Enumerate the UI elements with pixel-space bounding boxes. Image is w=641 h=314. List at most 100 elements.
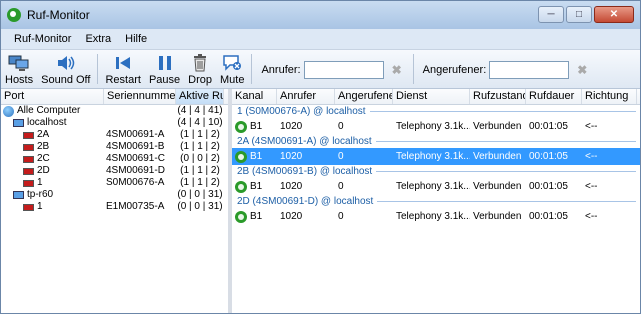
tree-row[interactable]: 2B 4SM00691-B (1 | 1 | 2)	[1, 141, 228, 153]
call-rufdauer: 00:01:05	[529, 211, 568, 222]
call-anrufer: 1020	[280, 181, 303, 192]
group-divider	[375, 141, 636, 142]
call-row[interactable]: B1 1020 0 Telephony 3.1k... Verbunden 00:01:0…	[232, 178, 640, 195]
tree-active-calls: (0 | 0 | 2)	[180, 153, 220, 164]
port-icon	[23, 203, 34, 211]
computer-icon	[13, 119, 24, 127]
column-header-active-calls[interactable]: Aktive Rufe	[176, 89, 224, 104]
call-rufdauer: 00:01:05	[529, 181, 568, 192]
tree-row[interactable]: 1 E1M00735-A (0 | 0 | 31)	[1, 201, 228, 213]
tree-row[interactable]: 2A 4SM00691-A (1 | 1 | 2)	[1, 129, 228, 141]
tree-row[interactable]: 1 S0M00676-A (1 | 1 | 2)	[1, 177, 228, 189]
tree-port-label: 2C	[37, 153, 50, 164]
call-group-header[interactable]: 2A (4SM00691-A) @ localhost	[232, 135, 640, 148]
tree-active-calls: (0 | 0 | 31)	[177, 201, 223, 212]
tree-serial: E1M00735-A	[106, 201, 165, 212]
tree-row[interactable]: Alle Computer (4 | 4 | 41)	[1, 105, 228, 117]
call-group-title: 1 (S0M00676-A) @ localhost	[237, 106, 366, 117]
hosts-button[interactable]: Hosts	[1, 54, 37, 88]
clear-caller-icon[interactable]: ✖	[392, 63, 402, 77]
window-title: Ruf-Monitor	[27, 8, 90, 22]
call-dienst: Telephony 3.1k...	[396, 151, 470, 162]
column-header-anrufer[interactable]: Anrufer	[277, 89, 335, 104]
call-richtung: <--	[585, 121, 598, 132]
menu-ruf-monitor[interactable]: Ruf-Monitor	[7, 33, 78, 45]
clear-callee-icon[interactable]: ✖	[577, 63, 587, 77]
menu-extra[interactable]: Extra	[78, 33, 118, 45]
call-angerufener: 0	[338, 121, 344, 132]
tree-port-label: tp-r60	[27, 189, 54, 200]
tree-row[interactable]: 2C 4SM00691-C (0 | 0 | 2)	[1, 153, 228, 165]
callee-filter-input[interactable]	[489, 61, 570, 79]
pause-button[interactable]: Pause	[145, 54, 184, 88]
toolbar-separator	[97, 54, 99, 84]
column-header-serial[interactable]: Seriennummer	[104, 89, 176, 104]
call-anrufer: 1020	[280, 211, 303, 222]
tree-active-calls: (0 | 0 | 31)	[177, 189, 223, 200]
mute-button[interactable]: Mute	[216, 54, 248, 88]
tree-serial: 4SM00691-D	[106, 165, 165, 176]
column-header-rufdauer[interactable]: Rufdauer	[526, 89, 582, 104]
tree-row[interactable]: localhost (4 | 4 | 10)	[1, 117, 228, 129]
call-group-header[interactable]: 2D (4SM00691-D) @ localhost	[232, 195, 640, 208]
call-rufzustand: Verbunden	[473, 121, 522, 132]
call-row[interactable]: B1 1020 0 Telephony 3.1k... Verbunden 00:01:0…	[232, 148, 640, 165]
tree-serial	[104, 105, 176, 117]
column-header-richtung[interactable]: Richtung	[582, 89, 637, 104]
call-group-title: 2A (4SM00691-A) @ localhost	[237, 136, 372, 147]
pause-icon	[156, 54, 174, 72]
column-header-kanal[interactable]: Kanal	[232, 89, 277, 104]
menu-hilfe[interactable]: Hilfe	[118, 33, 154, 45]
speaker-icon	[55, 54, 77, 72]
tree-serial	[104, 189, 176, 201]
call-kanal: B1	[250, 151, 263, 162]
maximize-button[interactable]: □	[566, 6, 592, 23]
phone-icon	[235, 180, 247, 193]
tree-port-label: Alle Computer	[17, 105, 81, 116]
call-rufzustand: Verbunden	[473, 151, 522, 162]
group-divider	[377, 201, 636, 202]
group-divider	[369, 111, 636, 112]
computer-icon	[13, 191, 24, 199]
column-header-rufzustand[interactable]: Rufzustand	[470, 89, 526, 104]
call-group-header[interactable]: 2B (4SM00691-B) @ localhost	[232, 165, 640, 178]
call-row[interactable]: B1 1020 0 Telephony 3.1k... Verbunden 00:01:0…	[232, 118, 640, 135]
title-bar[interactable]: Ruf-Monitor ─ □ ✕	[1, 1, 640, 29]
column-header-port[interactable]: Port	[1, 89, 104, 104]
tree-port-label: 2B	[37, 141, 50, 152]
call-angerufener: 0	[338, 211, 344, 222]
phone-icon	[235, 120, 247, 133]
restart-icon	[114, 54, 132, 72]
phone-icon	[235, 150, 247, 163]
caller-filter-input[interactable]	[303, 61, 384, 79]
tree-active-calls: (1 | 1 | 2)	[180, 141, 220, 152]
call-richtung: <--	[585, 211, 598, 222]
call-angerufener: 0	[338, 151, 344, 162]
tree-port-label: 2D	[37, 165, 50, 176]
call-dienst: Telephony 3.1k...	[396, 181, 470, 192]
column-header-dienst[interactable]: Dienst	[393, 89, 470, 104]
tree-row[interactable]: 2D 4SM00691-D (1 | 1 | 2)	[1, 165, 228, 177]
menu-bar: Ruf-Monitor Extra Hilfe	[1, 29, 640, 50]
tree-active-calls: (1 | 1 | 2)	[180, 165, 220, 176]
port-tree-pane: Port Seriennummer Aktive Rufe Alle Compu…	[1, 89, 232, 313]
trash-icon	[192, 54, 208, 72]
sound-off-button[interactable]: Sound Off	[37, 54, 94, 88]
tree-port-label: 1	[37, 201, 43, 212]
call-kanal: B1	[250, 121, 263, 132]
calls-body: 1 (S0M00676-A) @ localhost B1 1020 0 Telepho…	[232, 105, 640, 225]
toolbar: Hosts Sound Off Restart Pause Drop Mute …	[1, 50, 640, 89]
column-header-angerufener[interactable]: Angerufener	[335, 89, 393, 104]
tree-serial: 4SM00691-C	[106, 153, 165, 164]
restart-button[interactable]: Restart	[101, 54, 144, 88]
close-button[interactable]: ✕	[594, 6, 634, 23]
call-group-header[interactable]: 1 (S0M00676-A) @ localhost	[232, 105, 640, 118]
tree-active-calls: (1 | 1 | 2)	[180, 129, 220, 140]
callee-filter: Angerufener: ✖	[423, 61, 596, 79]
tree-row[interactable]: tp-r60 (0 | 0 | 31)	[1, 189, 228, 201]
call-row[interactable]: B1 1020 0 Telephony 3.1k... Verbunden 00:01:0…	[232, 208, 640, 225]
drop-button[interactable]: Drop	[184, 54, 216, 88]
tree-port-label: 1	[37, 177, 43, 188]
minimize-button[interactable]: ─	[538, 6, 564, 23]
port-icon	[23, 179, 34, 187]
